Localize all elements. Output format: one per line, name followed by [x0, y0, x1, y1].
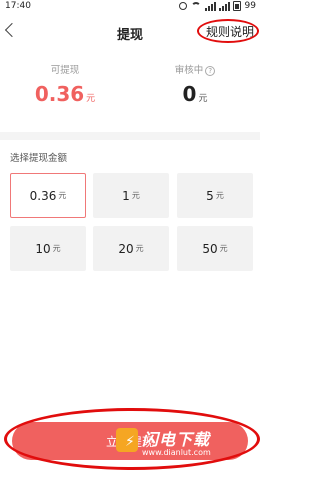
reviewing-value: 0 — [182, 82, 197, 106]
withdrawable-value: 0.36 — [34, 82, 85, 106]
amount-unit: 元 — [135, 244, 144, 253]
amount-unit: 元 — [219, 244, 228, 253]
withdrawable-balance: 可提现 0.36 元 — [0, 62, 130, 106]
question-icon[interactable]: ? — [205, 65, 216, 76]
withdrawable-label: 可提现 — [50, 65, 80, 76]
amount-value: 5 — [206, 188, 214, 203]
app-header: 提现 规则说明 — [0, 14, 260, 52]
amount-option-50[interactable]: 50 元 — [177, 226, 253, 271]
status-time: 17:40 — [5, 1, 31, 11]
withdraw-button[interactable]: 立即提现 — [12, 422, 248, 460]
reviewing-label: 审核中 — [174, 65, 204, 76]
amount-unit: 元 — [52, 244, 61, 253]
alarm-icon — [178, 2, 187, 10]
amount-option-10[interactable]: 10 元 — [10, 226, 86, 271]
status-bar: 17:40 99 — [0, 0, 260, 14]
withdraw-button-label: 立即提现 — [105, 435, 154, 449]
amount-value: 0.36 — [29, 188, 57, 203]
amount-unit: 元 — [215, 191, 224, 200]
reviewing-unit: 元 — [198, 94, 208, 104]
amount-value: 50 — [202, 241, 218, 256]
status-icons: 99 — [178, 1, 256, 11]
wifi-icon — [190, 2, 201, 10]
amount-value: 10 — [35, 241, 51, 256]
rules-link[interactable]: 规则说明 — [206, 23, 254, 40]
balance-summary: 可提现 0.36 元 审核中? 0元 — [0, 62, 260, 122]
amount-section-label: 选择提现金额 — [10, 153, 68, 164]
amount-unit: 元 — [131, 191, 140, 200]
reviewing-balance: 审核中? 0元 — [130, 62, 260, 106]
amount-option-0-36[interactable]: 0.36 元 — [10, 173, 86, 218]
signal-icon-2 — [218, 1, 230, 11]
withdrawable-unit: 元 — [86, 94, 96, 104]
amount-unit: 元 — [58, 191, 67, 200]
amount-option-5[interactable]: 5元 — [177, 173, 253, 218]
amount-value: 1 — [122, 188, 130, 203]
battery-icon — [232, 1, 241, 11]
amount-value: 20 — [118, 241, 134, 256]
signal-icon — [204, 1, 216, 11]
amount-option-20[interactable]: 20 元 — [93, 226, 169, 271]
battery-level: 99 — [244, 1, 256, 11]
amount-option-1[interactable]: 1元 — [93, 173, 169, 218]
section-divider — [0, 132, 260, 140]
